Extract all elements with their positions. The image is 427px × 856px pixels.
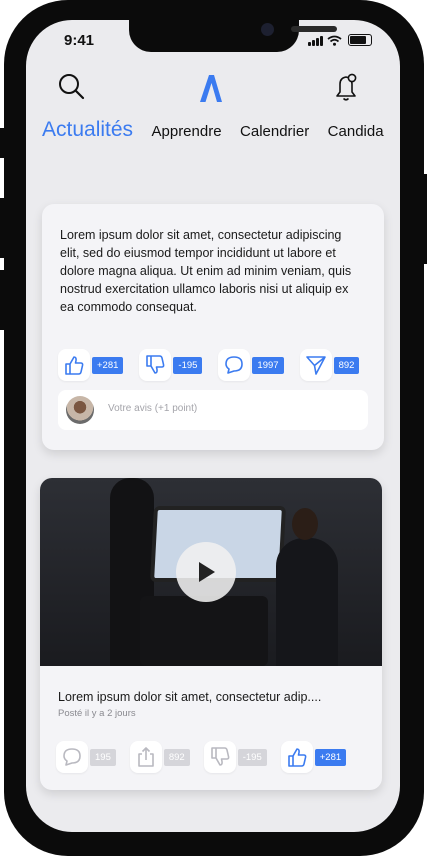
like-button[interactable]: +281 (58, 348, 124, 382)
signal-icon (308, 36, 323, 46)
video-caption: Lorem ipsum dolor sit amet, consectetur … (58, 690, 322, 704)
comment-button[interactable]: 1997 (218, 348, 284, 382)
share-count: 892 (163, 748, 190, 766)
seated-person-image (276, 508, 338, 666)
camera-icon (261, 23, 274, 36)
phone-mockup: 9:41 Actualités Apprendre Calendrier Can… (0, 0, 427, 856)
like-count: +281 (314, 748, 347, 766)
avatar (66, 396, 94, 424)
share-button[interactable]: 892 (299, 348, 360, 382)
comment-count: 1997 (252, 356, 284, 374)
share-icon (138, 747, 154, 767)
post-card: Lorem ipsum dolor sit amet, consectetur … (42, 204, 384, 450)
speaker-grille (291, 26, 337, 32)
thumbs-up-icon (65, 356, 84, 375)
tab-calendrier[interactable]: Calendrier (240, 123, 309, 140)
share-count: 892 (333, 356, 360, 374)
search-icon[interactable] (57, 72, 87, 102)
bell-icon[interactable] (331, 70, 361, 104)
wifi-icon (327, 35, 342, 46)
comment-icon (225, 356, 244, 374)
comment-icon (63, 748, 81, 766)
comment-button[interactable]: 195 (56, 740, 116, 774)
video-post-card: Lorem ipsum dolor sit amet, consectetur … (40, 478, 382, 790)
category-tabs: Actualités Apprendre Calendrier Candida (42, 118, 398, 142)
logo-icon (200, 75, 222, 102)
top-bar (26, 68, 400, 108)
video-thumbnail[interactable] (40, 478, 382, 666)
tab-candidats[interactable]: Candida (328, 123, 384, 140)
thumbs-down-icon (210, 747, 230, 766)
app-screen: 9:41 Actualités Apprendre Calendrier Can… (26, 20, 400, 832)
play-button[interactable] (176, 542, 236, 602)
notch (129, 20, 337, 52)
video-post-actions: 195 892 -195 +281 (56, 740, 347, 774)
dislike-count: -195 (237, 748, 267, 766)
dislike-button[interactable]: -195 (203, 740, 267, 774)
thumbs-down-icon (146, 355, 165, 374)
like-count: +281 (92, 356, 124, 374)
post-timestamp: Posté il y a 2 jours (58, 708, 136, 719)
thumbs-up-icon (287, 748, 307, 767)
equipment-case-image (140, 596, 268, 666)
share-button[interactable]: 892 (129, 740, 190, 774)
comment-count: 195 (90, 748, 116, 766)
comment-placeholder: Votre avis (+1 point) (108, 403, 198, 414)
dislike-count: -195 (173, 356, 203, 374)
like-button[interactable]: +281 (280, 740, 347, 774)
tab-actualites[interactable]: Actualités (42, 118, 133, 142)
post-actions: +281 -195 1997 892 (58, 348, 360, 382)
status-time: 9:41 (64, 32, 95, 49)
play-icon (199, 562, 215, 582)
tab-apprendre[interactable]: Apprendre (152, 123, 222, 140)
dislike-button[interactable]: -195 (139, 348, 203, 382)
post-text: Lorem ipsum dolor sit amet, consectetur … (60, 228, 352, 314)
send-icon (305, 356, 326, 375)
battery-icon (348, 34, 372, 46)
comment-input[interactable]: Votre avis (+1 point) (58, 390, 368, 430)
status-icons (308, 34, 372, 46)
